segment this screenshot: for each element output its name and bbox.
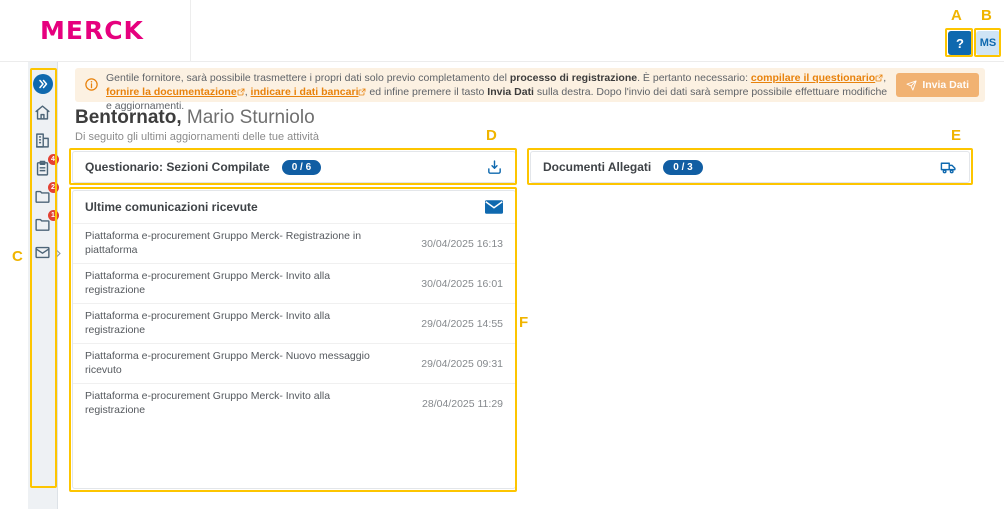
- questionnaire-card-title: Questionario: Sezioni Compilate: [85, 160, 270, 174]
- chevron-right-icon: [54, 246, 63, 261]
- communication-title: Piattaforma e-procurement Gruppo Merck- …: [85, 350, 370, 376]
- banner-segment: Gentile fornitore, sarà possibile trasme…: [106, 72, 510, 84]
- header: MERCK ? MS: [0, 0, 1004, 62]
- communication-title: Piattaforma e-procurement Gruppo Merck- …: [85, 230, 362, 256]
- info-icon: [84, 77, 99, 97]
- link-compile-questionnaire[interactable]: compilare il questionario: [751, 72, 875, 84]
- annotation-letter-e: E: [951, 127, 962, 144]
- envelope-icon: [485, 200, 503, 214]
- sidebar: 4 2 1: [28, 62, 61, 509]
- notification-badge: 4: [47, 154, 59, 165]
- sidebar-item-folder-a[interactable]: 2: [33, 182, 59, 206]
- sidebar-item-folder-b[interactable]: 1: [33, 210, 59, 234]
- communication-row[interactable]: Piattaforma e-procurement Gruppo Merck- …: [73, 343, 515, 383]
- annotation-letter-f: F: [519, 314, 529, 331]
- questionnaire-progress-badge: 0 / 6: [281, 159, 322, 175]
- questionnaire-card[interactable]: Questionario: Sezioni Compilate 0 / 6: [72, 151, 516, 183]
- communication-date: 29/04/2025 09:31: [421, 357, 503, 370]
- notification-badge: 1: [47, 210, 59, 221]
- open-messages-button[interactable]: [485, 200, 503, 214]
- communications-header: Ultime comunicazioni ricevute: [73, 191, 515, 223]
- banner-bold: processo di registrazione: [509, 72, 638, 84]
- communications-title: Ultime comunicazioni ricevute: [85, 200, 258, 214]
- communication-row[interactable]: Piattaforma e-procurement Gruppo Merck- …: [73, 223, 515, 263]
- annotation-letter-d: D: [486, 127, 497, 144]
- send-data-button[interactable]: Invia Dati: [896, 73, 979, 97]
- documents-card[interactable]: Documenti Allegati 0 / 3: [530, 151, 970, 183]
- communication-date: 30/04/2025 16:13: [421, 237, 503, 250]
- home-icon: [34, 104, 51, 121]
- sidebar-item-company[interactable]: [33, 130, 53, 150]
- link-bank-details[interactable]: indicare i dati bancari: [251, 86, 359, 98]
- registration-banner: Gentile fornitore, sarà possibile trasme…: [75, 68, 985, 112]
- banner-bold: Invia Dati: [487, 86, 534, 98]
- communication-date: 30/04/2025 16:01: [421, 277, 503, 290]
- banner-segment: ed infine premere il tasto: [366, 86, 488, 98]
- user-avatar-button[interactable]: MS: [976, 31, 1000, 55]
- sidebar-item-messages[interactable]: [33, 242, 61, 262]
- page-title: Bentornato, Mario Sturniolo: [75, 107, 315, 129]
- annotation-letter-c: C: [12, 248, 23, 265]
- sidebar-expand-button[interactable]: [32, 74, 53, 94]
- communication-title: Piattaforma e-procurement Gruppo Merck- …: [85, 270, 331, 296]
- external-link-icon: [237, 87, 245, 100]
- truck-icon: [940, 159, 957, 176]
- notification-badge: 2: [47, 182, 59, 193]
- external-link-icon: [875, 73, 883, 86]
- communications-card: Ultime comunicazioni ricevute Piattaform…: [72, 190, 516, 489]
- communication-title: Piattaforma e-procurement Gruppo Merck- …: [85, 310, 331, 336]
- documents-card-title: Documenti Allegati: [543, 160, 652, 174]
- communication-date: 29/04/2025 14:55: [421, 317, 503, 330]
- header-divider: [190, 0, 191, 62]
- documents-progress-badge: 0 / 3: [663, 159, 703, 175]
- greeting-text: Bentornato,: [75, 107, 182, 128]
- send-icon: [906, 79, 917, 91]
- banner-segment: . È pertanto necessario:: [637, 72, 751, 84]
- help-button[interactable]: ?: [948, 31, 972, 55]
- page-subtitle: Di seguito gli ultimi aggiornamenti dell…: [75, 131, 319, 143]
- sidebar-item-home[interactable]: [33, 102, 53, 122]
- communication-date: 28/04/2025 11:29: [422, 397, 503, 410]
- link-provide-documentation[interactable]: fornire la documentazione: [106, 86, 237, 98]
- communication-title: Piattaforma e-procurement Gruppo Merck- …: [85, 390, 331, 416]
- user-name: Mario Sturniolo: [181, 107, 315, 128]
- app-root: MERCK ? MS 4 2 1 Gentile fornitore, sarà…: [0, 0, 1004, 509]
- communication-row[interactable]: Piattaforma e-procurement Gruppo Merck- …: [73, 383, 515, 423]
- send-data-label: Invia Dati: [922, 79, 969, 91]
- sidebar-item-questionnaire[interactable]: 4: [33, 154, 59, 178]
- building-icon: [34, 132, 51, 149]
- communication-row[interactable]: Piattaforma e-procurement Gruppo Merck- …: [73, 303, 515, 343]
- mail-icon: [34, 244, 51, 261]
- chevrons-right-icon: [37, 78, 49, 90]
- communication-row[interactable]: Piattaforma e-procurement Gruppo Merck- …: [73, 263, 515, 303]
- banner-segment: ,: [883, 72, 887, 84]
- merck-logo: MERCK: [40, 16, 144, 45]
- download-icon: [486, 159, 503, 176]
